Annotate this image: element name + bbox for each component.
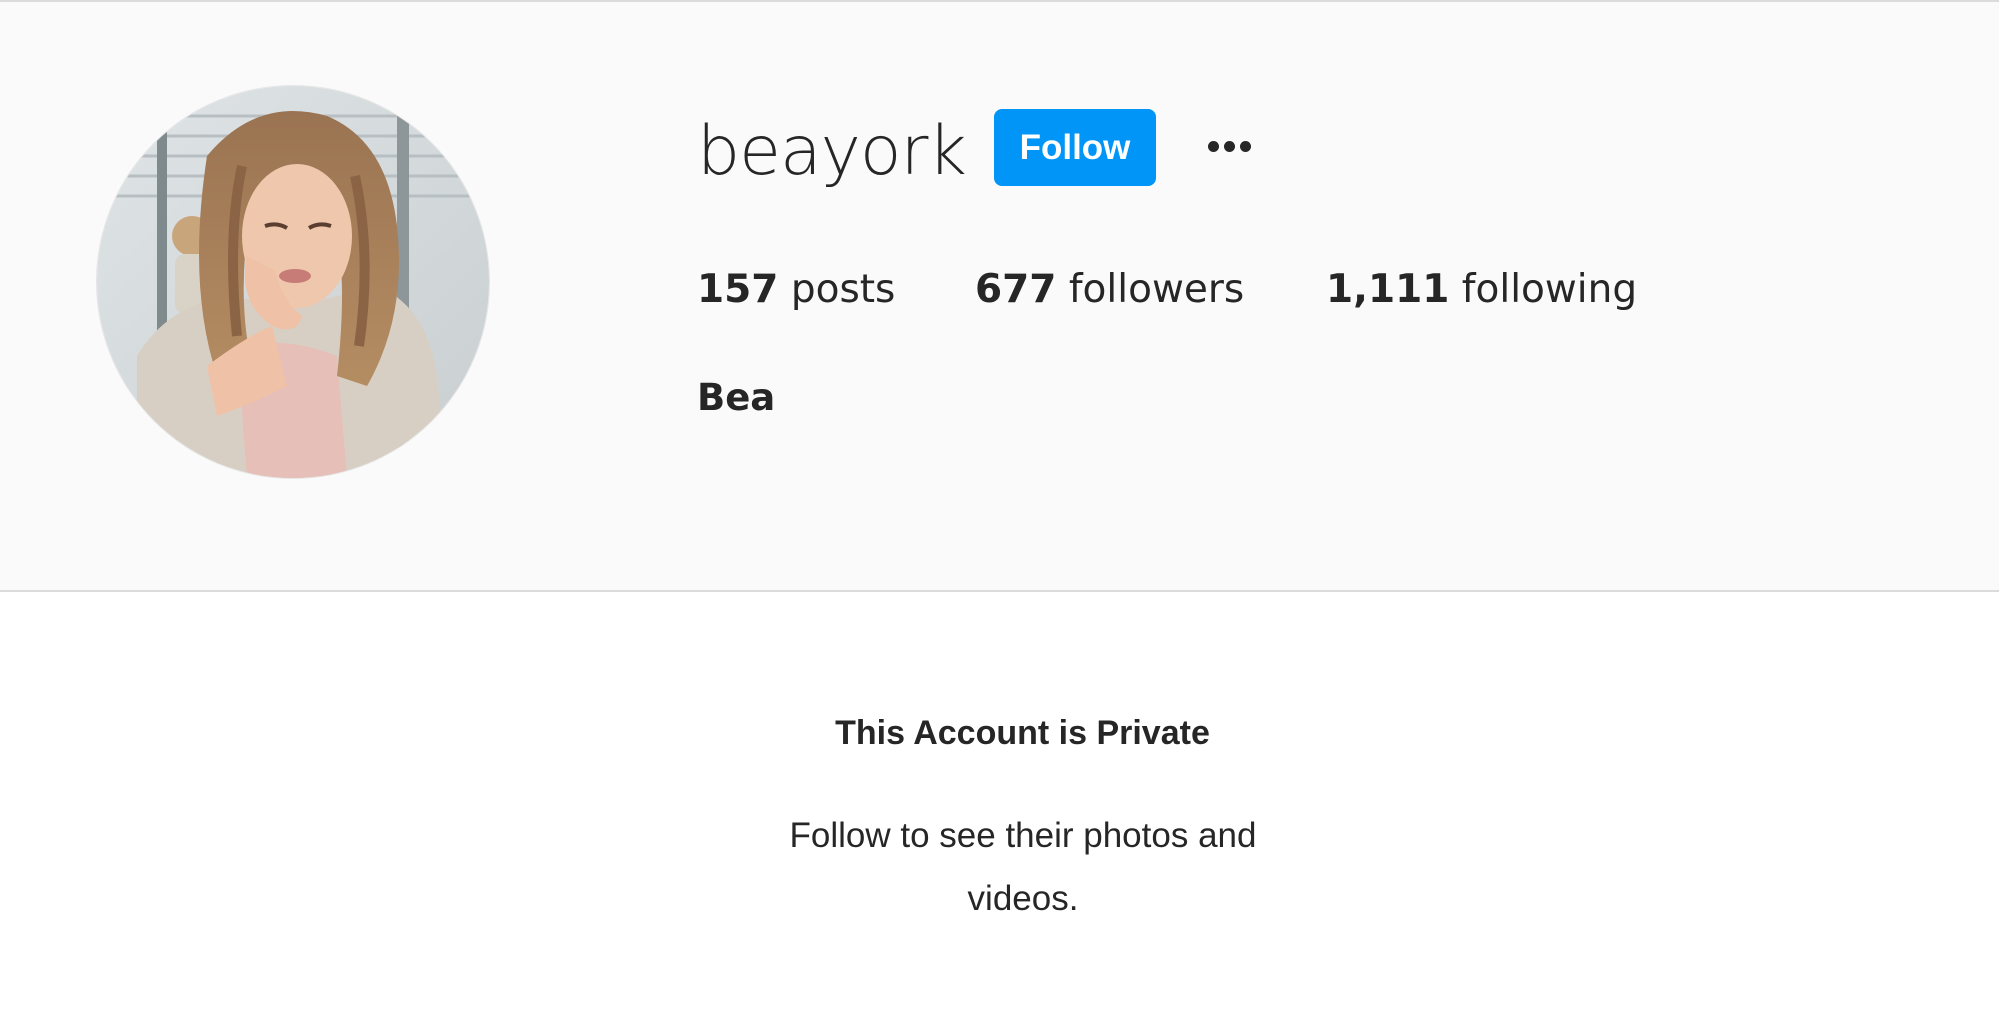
posts-count: 157 posts: [697, 260, 895, 320]
profile-avatar[interactable]: [96, 85, 490, 479]
more-dot: [1224, 141, 1235, 152]
profile-header: beayork Follow 157 posts 677 followers 1…: [0, 2, 1999, 592]
posts-number: 157: [697, 267, 779, 312]
private-title: This Account is Private: [835, 714, 1210, 752]
following-link[interactable]: 1,111 following: [1326, 260, 1637, 320]
profile-full-name: Bea: [697, 376, 776, 419]
more-dot: [1208, 141, 1219, 152]
follow-button[interactable]: Follow: [994, 109, 1156, 186]
following-number: 1,111: [1326, 267, 1450, 312]
followers-link[interactable]: 677 followers: [975, 260, 1244, 320]
following-label: following: [1461, 267, 1638, 312]
profile-username: beayork: [697, 112, 967, 191]
avatar-photo: [97, 86, 489, 478]
followers-label: followers: [1068, 267, 1245, 312]
followers-number: 677: [975, 267, 1057, 312]
more-horizontal-icon[interactable]: [1200, 127, 1258, 167]
more-dot: [1240, 141, 1251, 152]
private-message: Follow to see their photos and videos.: [789, 816, 1257, 918]
posts-label: posts: [790, 267, 896, 312]
private-account-notice: This Account is Private Follow to see th…: [0, 592, 1999, 1017]
